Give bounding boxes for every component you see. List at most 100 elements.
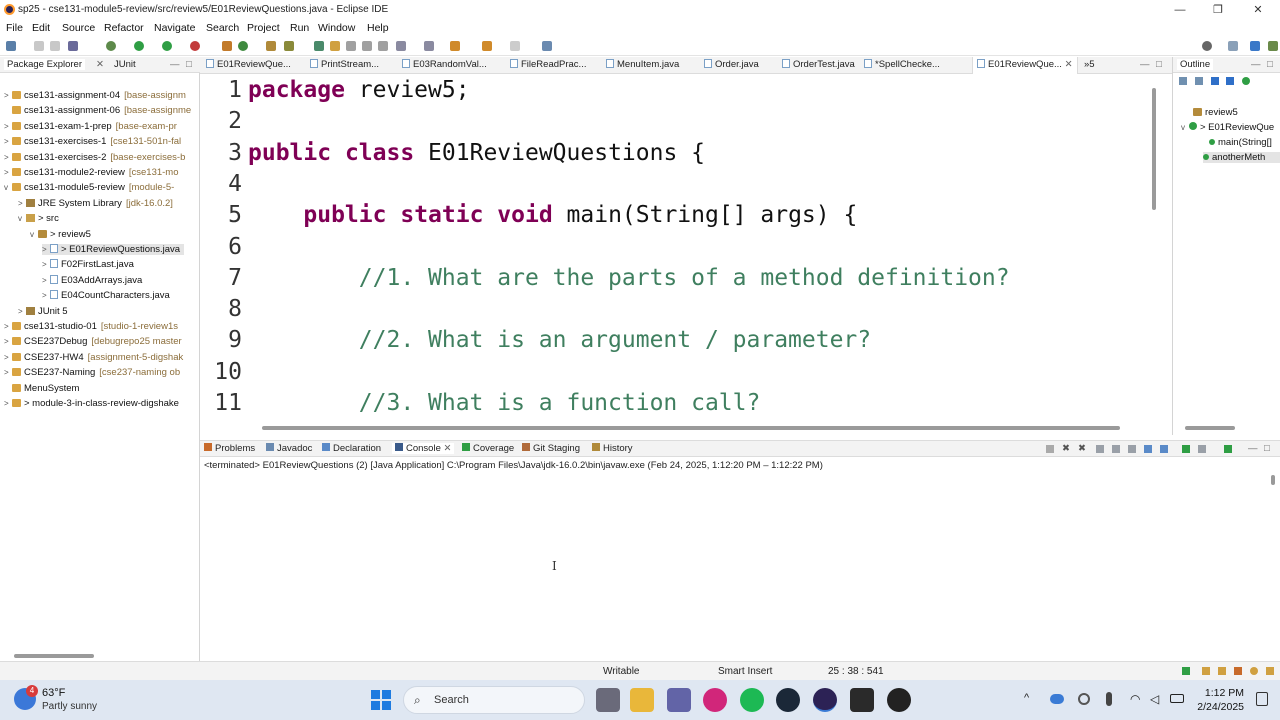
open-perspective-icon[interactable] (1228, 41, 1238, 51)
close-button[interactable]: ✕ (1248, 2, 1268, 18)
menu-run[interactable]: Run (290, 22, 309, 34)
remove-all-icon[interactable]: ✖ (1078, 443, 1086, 454)
minimize-icon[interactable]: — (1140, 59, 1150, 70)
app-icon[interactable] (703, 688, 727, 712)
pin-editor-icon[interactable] (542, 41, 552, 51)
editor-tab[interactable]: MenuItem.java (606, 59, 679, 70)
tree-item[interactable]: v cse131-module5-review [module-5- (4, 182, 174, 193)
clock-time[interactable]: 1:12 PM (1196, 687, 1244, 699)
debug-icon[interactable] (106, 41, 116, 51)
show-whitespace-icon[interactable] (362, 41, 372, 51)
git-status-icon[interactable] (1182, 667, 1190, 675)
chevron-up-icon[interactable]: ^ (1024, 692, 1029, 704)
external-tools-icon[interactable] (190, 41, 200, 51)
pin-console-icon[interactable] (1182, 445, 1190, 453)
windows-start-icon[interactable] (371, 690, 391, 710)
tab-javadoc[interactable]: Javadoc (266, 443, 312, 454)
debug-perspective-icon[interactable] (1268, 41, 1278, 51)
tree-item[interactable]: > cse131-assignment-04 [base-assignm (4, 90, 186, 101)
sync-icon[interactable] (1078, 693, 1090, 705)
menu-navigate[interactable]: Navigate (154, 22, 195, 34)
close-icon[interactable]: ✕ (1065, 59, 1073, 70)
new-class-icon[interactable] (238, 41, 248, 51)
tree-item[interactable]: > > E01ReviewQuestions.java (42, 244, 185, 255)
chevron-down-icon[interactable]: v (18, 214, 26, 223)
status-icon[interactable] (1250, 667, 1258, 675)
notification-icon[interactable] (1256, 692, 1268, 706)
block-select-icon[interactable] (346, 41, 356, 51)
word-wrap-icon[interactable] (1128, 445, 1136, 453)
tree-item[interactable]: > E03AddArrays.java (42, 274, 146, 286)
tree-item[interactable]: > cse131-module2-review [cse131-mo (4, 167, 179, 178)
menu-file[interactable]: File (6, 22, 23, 34)
tab-overflow[interactable]: »5 (1084, 59, 1095, 70)
maximize-button[interactable]: ❐ (1208, 2, 1228, 18)
weather-temp[interactable]: 63°F (42, 687, 65, 699)
open-type-icon[interactable] (266, 41, 276, 51)
maximize-icon[interactable]: □ (1264, 443, 1270, 454)
editor-tab[interactable]: E01ReviewQue... (206, 59, 291, 70)
eclipse-taskbar-icon[interactable] (813, 688, 837, 712)
status-icon[interactable] (1202, 667, 1210, 675)
tree-item[interactable]: > CSE237-Naming [cse237-naming ob (4, 367, 180, 378)
chevron-right-icon[interactable]: > (4, 91, 12, 100)
editor-tab[interactable]: PrintStream... (310, 59, 379, 70)
back-icon[interactable] (482, 41, 492, 51)
chevron-right-icon[interactable]: > (4, 322, 12, 331)
console-output[interactable]: <terminated> E01ReviewQuestions (2) [Jav… (200, 457, 1280, 661)
chevron-right-icon[interactable]: > (4, 137, 12, 146)
highlight-icon[interactable] (330, 41, 340, 51)
tree-item[interactable]: v > src (18, 213, 63, 224)
close-icon[interactable]: ✕ (96, 59, 104, 70)
clock-date[interactable]: 2/24/2025 (1192, 701, 1244, 713)
tree-item[interactable]: > JUnit 5 (18, 306, 72, 317)
horizontal-scrollbar[interactable] (262, 426, 1120, 430)
prev-annotation-icon[interactable] (424, 41, 434, 51)
sort-icon[interactable] (1194, 77, 1203, 85)
remove-launch-icon[interactable]: ✖ (1062, 443, 1070, 454)
save-all-icon[interactable] (50, 41, 60, 51)
outline-item[interactable]: v > E01ReviewQue (1181, 122, 1274, 133)
menu-window[interactable]: Window (318, 22, 355, 34)
maximize-icon[interactable]: □ (1267, 59, 1273, 70)
tab-declaration[interactable]: Declaration (322, 443, 381, 454)
menu-search[interactable]: Search (206, 22, 239, 34)
last-edit-icon[interactable] (450, 41, 460, 51)
new-java-project-icon[interactable] (222, 41, 232, 51)
tree-item[interactable]: > cse131-studio-01 [studio-1-review1s (4, 321, 178, 332)
terminate-icon[interactable] (1046, 445, 1054, 453)
tree-item[interactable]: cse131-assignment-06 [base-assignme (4, 105, 191, 116)
tree-item[interactable]: > cse131-exercises-2 [base-exercises-b (4, 152, 185, 163)
next-annotation-icon[interactable] (396, 41, 406, 51)
status-icon[interactable] (1234, 667, 1242, 675)
new-icon[interactable] (6, 41, 16, 51)
chevron-right-icon[interactable]: > (18, 307, 26, 316)
forward-icon[interactable] (510, 41, 520, 51)
tree-item[interactable]: v > review5 (30, 229, 95, 240)
minimize-button[interactable]: — (1170, 2, 1190, 18)
outline-item[interactable]: main(String[] (1209, 137, 1272, 148)
chevron-right-icon[interactable]: > (18, 199, 26, 208)
chevron-right-icon[interactable]: > (4, 153, 12, 162)
tree-item[interactable]: MenuSystem (4, 383, 83, 394)
run-icon[interactable] (134, 41, 144, 51)
vertical-scrollbar[interactable] (1271, 475, 1275, 485)
display-console-icon[interactable] (1198, 445, 1206, 453)
editor-tab[interactable]: E03RandomVal... (402, 59, 487, 70)
hide-fields-icon[interactable] (1210, 77, 1219, 85)
java-perspective-icon[interactable] (1250, 41, 1260, 51)
tree-item[interactable]: > E04CountCharacters.java (42, 290, 174, 301)
editor-tab-active[interactable]: E01ReviewQue... ✕ (972, 57, 1078, 74)
tab-history[interactable]: History (592, 443, 633, 454)
volume-icon[interactable]: ◁ (1150, 692, 1159, 706)
maximize-icon[interactable]: □ (186, 59, 192, 70)
code-editor[interactable]: 1 package review5; 2 3 public class E01Revie… (200, 74, 1172, 434)
menu-refactor[interactable]: Refactor (104, 22, 144, 34)
chevron-right-icon[interactable]: > (4, 353, 12, 362)
terminal-taskbar-icon[interactable] (850, 688, 874, 712)
chevron-right-icon[interactable]: > (4, 337, 12, 346)
menu-project[interactable]: Project (247, 22, 280, 34)
clear-console-icon[interactable] (1096, 445, 1104, 453)
chevron-right-icon[interactable]: > (42, 276, 50, 285)
outline-item[interactable]: review5 (1193, 107, 1238, 118)
